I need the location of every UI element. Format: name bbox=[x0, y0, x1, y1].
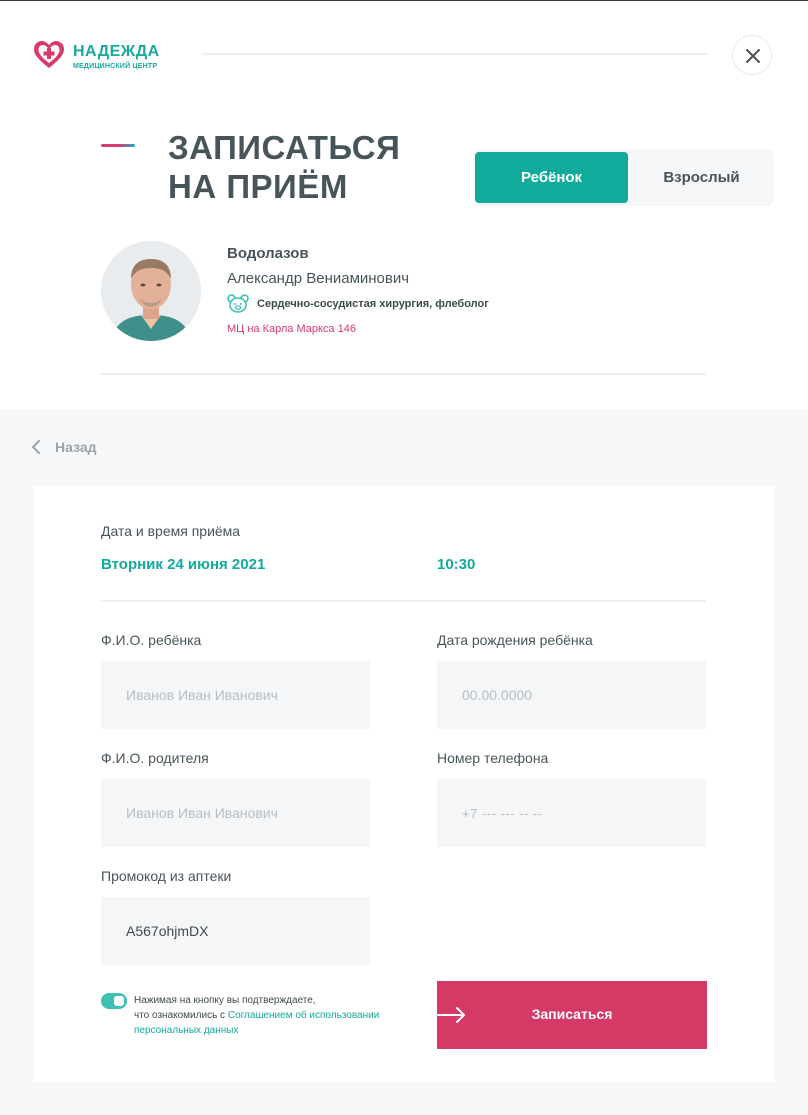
consent-toggle[interactable] bbox=[101, 993, 127, 1009]
child-tab[interactable]: Ребёнок bbox=[475, 152, 628, 203]
logo-subtitle: МЕДИЦИНСКИЙ ЦЕНТР bbox=[73, 63, 158, 70]
consent-toggle-knob bbox=[114, 996, 124, 1006]
submit-button[interactable]: Записаться bbox=[437, 981, 707, 1049]
consent-line2-prefix: что ознакомились с bbox=[134, 1010, 228, 1021]
child-birth-label: Дата рождения ребёнка bbox=[437, 632, 593, 648]
title-accent-line bbox=[101, 144, 135, 147]
header-divider bbox=[202, 53, 707, 55]
child-birth-input[interactable] bbox=[437, 661, 706, 729]
adult-tab[interactable]: Взрослый bbox=[629, 152, 774, 203]
page-title-line1: ЗАПИСАТЬСЯ bbox=[168, 129, 401, 166]
promo-label: Промокод из аптеки bbox=[101, 868, 232, 884]
appointment-time: 10:30 bbox=[437, 556, 476, 573]
doctor-specialty: Сердечно-сосудистая хирургия, флеболог bbox=[257, 298, 489, 310]
back-label: Назад bbox=[55, 439, 97, 455]
parent-name-input[interactable] bbox=[101, 779, 370, 847]
doctor-clinic[interactable]: МЦ на Карла Маркса 146 bbox=[227, 323, 356, 335]
parent-name-label: Ф.И.О. родителя bbox=[101, 750, 209, 766]
heart-cross-icon bbox=[34, 41, 64, 68]
logo-name: НАДЕЖДА bbox=[73, 43, 160, 60]
booking-form: Дата и время приёма Вторник 24 июня 2021… bbox=[34, 486, 774, 1082]
form-divider bbox=[101, 600, 706, 602]
close-icon bbox=[746, 49, 760, 63]
doctor-surname: Водолазов bbox=[227, 245, 309, 262]
promo-input[interactable] bbox=[101, 897, 370, 965]
phone-label: Номер телефона bbox=[437, 750, 549, 766]
chevron-left-icon bbox=[32, 440, 40, 454]
close-button[interactable] bbox=[732, 35, 772, 75]
child-name-label: Ф.И.О. ребёнка bbox=[101, 632, 202, 648]
logo[interactable]: НАДЕЖДА МЕДИЦИНСКИЙ ЦЕНТР bbox=[33, 40, 173, 72]
doctor-avatar bbox=[101, 241, 201, 341]
appointment-date: Вторник 24 июня 2021 bbox=[101, 556, 266, 573]
bear-face-icon bbox=[227, 294, 249, 313]
consent-line1: Нажимая на кнопку вы подтверждаете, bbox=[134, 995, 316, 1006]
doctor-name: Александр Вениаминович bbox=[227, 270, 410, 287]
page-title: ЗАПИСАТЬСЯ НА ПРИЁМ bbox=[168, 128, 458, 206]
appointment-label: Дата и время приёма bbox=[101, 523, 241, 539]
submit-label: Записаться bbox=[531, 1006, 613, 1022]
consent-text: Нажимая на кнопку вы подтверждаете, что … bbox=[134, 993, 424, 1038]
phone-input[interactable] bbox=[437, 779, 706, 847]
window-top-border bbox=[0, 0, 808, 1]
doctor-card-divider bbox=[101, 373, 706, 375]
child-name-input[interactable] bbox=[101, 661, 370, 729]
page-title-line2: НА ПРИЁМ bbox=[168, 168, 348, 205]
patient-type-toggle: Ребёнок Взрослый bbox=[474, 149, 774, 206]
